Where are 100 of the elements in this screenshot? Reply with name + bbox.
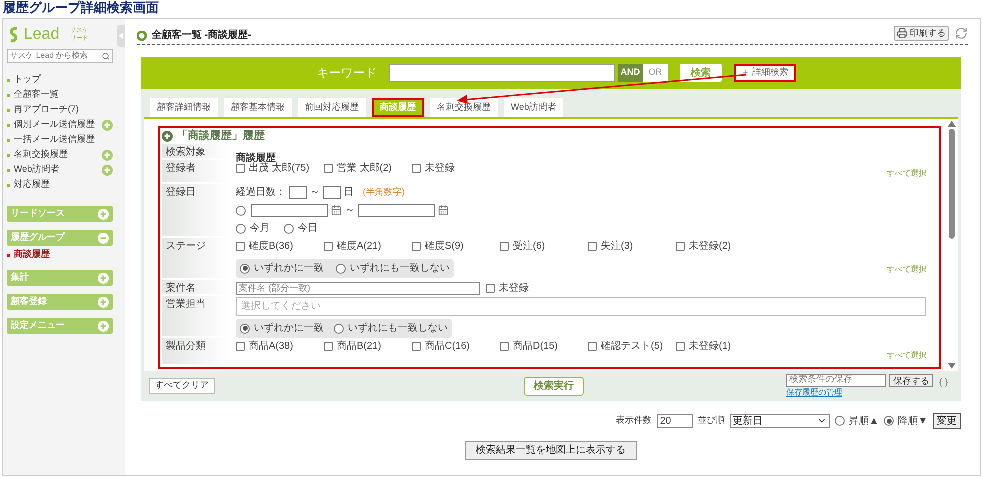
radio-button[interactable] [240, 264, 250, 274]
checkbox[interactable] [588, 342, 597, 351]
print-button[interactable]: 印刷する [894, 26, 949, 41]
sidebar-link[interactable]: 対応履歴 [14, 178, 50, 192]
run-search-button[interactable]: 検索実行 [524, 376, 584, 396]
radio-button[interactable] [884, 416, 894, 426]
option-label: 受注(6) [513, 240, 546, 254]
checkbox[interactable] [412, 242, 421, 251]
map-view-button[interactable]: 検索結果一覧を地図上に表示する [465, 441, 637, 460]
sidebar-link[interactable]: Web訪問者 [14, 163, 60, 177]
radio-label: いずれにも一致しない [350, 262, 450, 276]
tab[interactable]: 顧客基本情報 [224, 98, 292, 117]
tab[interactable]: Web訪問者 [504, 98, 564, 117]
scroll-down-icon[interactable] [948, 363, 956, 369]
bullet-icon [7, 94, 10, 96]
sidebar-link[interactable]: 名刺交換履歴 [14, 148, 68, 162]
option-label: 営業 太郎(2) [337, 162, 392, 176]
checkbox[interactable] [676, 342, 685, 351]
checkbox[interactable] [236, 342, 245, 351]
checkbox[interactable] [412, 342, 421, 351]
deal-name-field[interactable]: 案件名 (部分一致) [236, 282, 480, 295]
radio-button[interactable] [236, 224, 246, 234]
triangle-icon [119, 33, 123, 39]
radio-button[interactable] [240, 324, 250, 334]
sidebar-link[interactable]: トップ [14, 73, 41, 87]
breadcrumb: 全顧客一覧 -商談履歴- [152, 28, 252, 43]
sales-rep-field[interactable]: 選択してください [236, 297, 926, 316]
sidebar-link[interactable]: 一括メール送信履歴 [14, 133, 95, 147]
refresh-icon[interactable] [955, 27, 968, 40]
checkbox[interactable] [324, 342, 333, 351]
bullet-icon [7, 124, 10, 126]
option-label: 未登録 [425, 162, 455, 176]
bullet-icon [7, 78, 10, 82]
printer-icon [897, 28, 908, 39]
count-label: 表示件数 [616, 414, 652, 428]
radio-button[interactable] [236, 206, 246, 216]
radio-label: いずれかに一致 [254, 262, 324, 276]
option-label: 確度B(36) [249, 240, 294, 254]
checkbox[interactable] [236, 242, 245, 251]
tab[interactable]: 顧客詳細情報 [150, 98, 218, 117]
save-condition-field[interactable]: 検索条件の保存 [786, 374, 886, 386]
sidebar-link[interactable]: 再アプローチ(7) [14, 103, 79, 117]
braces-text: { } [939, 376, 948, 389]
option-label: 出茂 太郎(75) [249, 162, 310, 176]
tab[interactable]: 名刺交換履歴 [430, 98, 498, 117]
sidebar-link[interactable]: 商談履歴 [14, 248, 50, 262]
manage-history-link[interactable]: 保存履歴の管理 [786, 386, 934, 398]
bullet-icon [7, 138, 10, 142]
clear-all-button[interactable]: すべてクリア [149, 378, 215, 394]
option-label: 商品C(16) [425, 340, 470, 354]
bullet-icon [7, 184, 10, 186]
checkbox[interactable] [500, 342, 509, 351]
checkbox[interactable] [236, 164, 245, 173]
expand-icon[interactable] [162, 130, 173, 142]
option-label: 未登録(2) [689, 240, 732, 254]
sidebar-search-field[interactable]: サスケ Lead から検索 [7, 49, 113, 63]
save-button[interactable]: 保存する [889, 374, 934, 386]
radio-label: 今月 [250, 222, 270, 236]
date-from-field[interactable] [251, 204, 328, 217]
radio-button[interactable] [334, 324, 344, 334]
checkbox[interactable] [588, 242, 597, 251]
logo-text: Lead [24, 27, 60, 43]
radio-button[interactable] [835, 416, 846, 426]
option-label: 未登録(1) [689, 340, 732, 354]
scrollbar[interactable] [946, 119, 958, 371]
checkbox[interactable] [324, 164, 333, 173]
calendar-icon[interactable] [331, 205, 342, 216]
tab[interactable]: 前回対応履歴 [298, 98, 366, 117]
match-mode-toggle[interactable]: AND [618, 64, 643, 82]
radio-button[interactable] [336, 264, 346, 274]
elapsed-days-label: 経過日数： [236, 186, 286, 200]
bullet-icon [7, 154, 10, 156]
radio-label: 今日 [298, 222, 318, 236]
option-label: 確度S(9) [425, 240, 464, 254]
scroll-up-icon[interactable] [948, 121, 956, 127]
collapse-handle[interactable] [117, 25, 125, 47]
change-button[interactable]: 変更 [933, 413, 961, 429]
checkbox[interactable] [486, 284, 495, 293]
count-field[interactable]: 20 [657, 414, 694, 428]
date-to-field[interactable] [358, 204, 435, 217]
option-label: 失注(3) [601, 240, 634, 254]
checkbox[interactable] [676, 242, 685, 251]
calendar-icon[interactable] [438, 205, 449, 216]
checkbox[interactable] [412, 164, 421, 173]
radio-label: 昇順▲ [849, 414, 880, 428]
search-icon[interactable] [102, 52, 110, 60]
checkbox[interactable] [324, 242, 333, 251]
sort-dropdown[interactable]: 更新日 [730, 414, 830, 428]
sidebar-link[interactable]: 個別メール送信履歴 [14, 118, 95, 132]
detail-search-button[interactable]: ＋ 詳細検索 [734, 64, 796, 82]
bullet-icon [7, 168, 10, 172]
option-label: 未登録 [499, 282, 529, 296]
checkbox[interactable] [500, 242, 509, 251]
range-separator: ～ [310, 186, 320, 200]
days-to-field[interactable] [323, 186, 341, 199]
section-title: 「商談履歴」履歴 [177, 128, 265, 144]
sidebar-link[interactable]: 全顧客一覧 [14, 88, 59, 102]
days-from-field[interactable] [289, 186, 307, 199]
keyword-field[interactable] [389, 64, 615, 82]
radio-button[interactable] [284, 224, 294, 234]
